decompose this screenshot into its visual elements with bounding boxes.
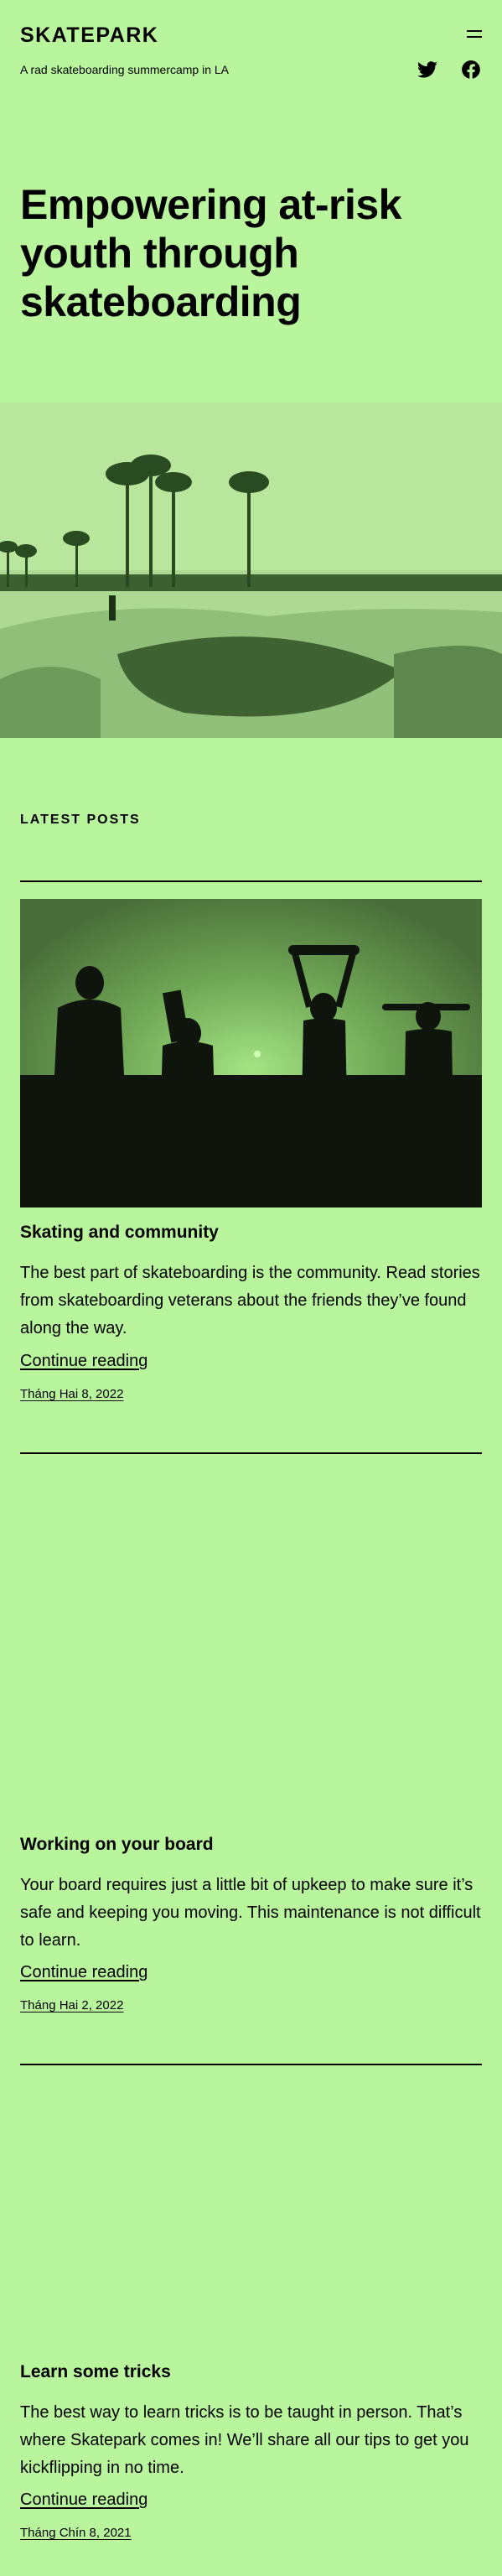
hero-heading: Empowering at-risk youth through skatebo… (20, 181, 402, 325)
site-tagline: A rad skateboarding summercamp in LA (20, 63, 230, 76)
site-header: SKATEPARK A rad skateboarding summercamp… (20, 23, 482, 79)
social-links (417, 59, 482, 80)
post-title[interactable]: Skating and community (20, 1223, 219, 1243)
post-image-skaters[interactable] (20, 899, 482, 1208)
facebook-icon[interactable] (460, 59, 482, 80)
separator (20, 880, 482, 882)
post-excerpt: The best part of skateboarding is the co… (20, 1264, 480, 1337)
twitter-icon[interactable] (417, 59, 438, 80)
site-title[interactable]: SKATEPARK (20, 23, 482, 48)
separator (20, 1452, 482, 1454)
post-date[interactable]: Tháng Hai 2, 2022 (20, 1998, 123, 2012)
hamburger-menu-icon[interactable] (467, 29, 482, 39)
continue-reading-link[interactable]: Continue reading (20, 1963, 147, 1982)
post-date[interactable]: Tháng Hai 8, 2022 (20, 1387, 123, 1401)
post-excerpt: The best way to learn tricks is to be ta… (20, 2403, 469, 2477)
continue-reading-link[interactable]: Continue reading (20, 1352, 147, 1371)
continue-reading-link[interactable]: Continue reading (20, 2490, 147, 2510)
post-excerpt: Your board requires just a little bit of… (20, 1876, 481, 1950)
post-date[interactable]: Tháng Chín 8, 2021 (20, 2526, 132, 2540)
separator (20, 2064, 482, 2065)
latest-posts-heading: LATEST POSTS (20, 813, 141, 827)
post-title[interactable]: Learn some tricks (20, 2362, 171, 2382)
post-title[interactable]: Working on your board (20, 1835, 214, 1855)
hero-skatepark-image (0, 402, 502, 738)
